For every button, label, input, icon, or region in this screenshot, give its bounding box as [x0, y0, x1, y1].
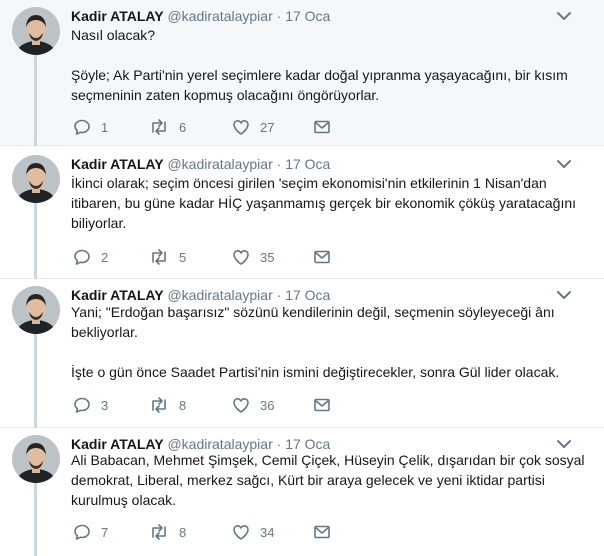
retweet-icon: [152, 397, 166, 413]
timestamp[interactable]: 17 Oca: [285, 8, 330, 24]
profile-photo-icon: [12, 435, 60, 483]
retweet-icon: [152, 524, 166, 540]
avatar[interactable]: [12, 155, 60, 203]
like-count: 35: [260, 249, 275, 265]
user-handle[interactable]: @kadiratalaypiar: [167, 156, 272, 172]
heart-icon: [233, 525, 249, 540]
direct-message-button[interactable]: [313, 117, 331, 137]
reply-icon: [74, 524, 90, 540]
tweet-paragraph: İkinci olarak; seçim öncesi girilen 'seç…: [71, 175, 577, 231]
display-name[interactable]: Kadir ATALAY: [71, 8, 164, 24]
like-button[interactable]: 34: [232, 522, 274, 542]
chevron-down-icon[interactable]: [556, 158, 572, 170]
tweet[interactable]: Kadir ATALAY @kadiratalaypiar · 17 Oca A…: [0, 428, 604, 556]
avatar[interactable]: [12, 286, 60, 334]
tweet-actions: 7 8 34: [71, 522, 371, 542]
like-button[interactable]: 36: [232, 395, 274, 415]
separator-dot: ·: [276, 156, 282, 172]
reply-count: 1: [101, 119, 109, 135]
chevron-down-icon[interactable]: [556, 10, 572, 22]
tweet-thread: Kadir ATALAY @kadiratalaypiar · 17 Oca N…: [0, 0, 604, 556]
separator-dot: ·: [276, 8, 282, 24]
tweet-text: İkinci olarak; seçim öncesi girilen 'seç…: [71, 173, 591, 233]
tweet-paragraph: Şöyle; Ak Parti'nin yerel seçimlere kada…: [71, 67, 568, 103]
tweet-text: Ali Babacan, Mehmet Şimşek, Cemil Çiçek,…: [71, 450, 591, 510]
reply-icon: [74, 249, 90, 265]
reply-count: 2: [101, 249, 109, 265]
reply-icon: [74, 397, 90, 413]
avatar[interactable]: [12, 435, 60, 483]
retweet-count: 5: [179, 249, 187, 265]
tweet-text: Yani; "Erdoğan başarısız" sözünü kendile…: [71, 302, 591, 382]
like-button[interactable]: 35: [232, 247, 274, 267]
tweet-actions: 1 6 27: [71, 117, 371, 137]
like-count: 34: [260, 524, 275, 540]
tweet-paragraph: Ali Babacan, Mehmet Şimşek, Cemil Çiçek,…: [71, 452, 585, 508]
thread-connector: [34, 55, 37, 146]
profile-photo-icon: [12, 155, 60, 203]
tweet-header: Kadir ATALAY @kadiratalaypiar · 17 Oca: [71, 155, 330, 173]
reply-button[interactable]: 1: [73, 117, 108, 137]
tweet-header: Kadir ATALAY @kadiratalaypiar · 17 Oca: [71, 7, 330, 25]
retweet-count: 8: [179, 524, 187, 540]
display-name[interactable]: Kadir ATALAY: [71, 156, 164, 172]
profile-photo-icon: [12, 7, 60, 55]
reply-button[interactable]: 3: [73, 395, 108, 415]
direct-message-button[interactable]: [313, 395, 331, 415]
retweet-button[interactable]: 6: [149, 117, 186, 137]
profile-photo-icon: [12, 286, 60, 334]
heart-icon: [233, 398, 249, 413]
reply-icon: [74, 119, 90, 135]
thread-connector: [34, 203, 37, 279]
thread-connector: [34, 483, 37, 556]
heart-icon: [233, 120, 249, 135]
tweet-actions: 3 8 36: [71, 395, 371, 415]
retweet-count: 8: [179, 397, 187, 413]
like-count: 27: [260, 119, 275, 135]
tweet[interactable]: Kadir ATALAY @kadiratalaypiar · 17 Oca İ…: [0, 148, 604, 279]
retweet-count: 6: [179, 119, 187, 135]
tweet[interactable]: Kadir ATALAY @kadiratalaypiar · 17 Oca Y…: [0, 279, 604, 428]
tweet-paragraph: Yani; "Erdoğan başarısız" sözünü kendile…: [71, 304, 555, 340]
retweet-icon: [152, 119, 166, 135]
envelope-icon: [314, 120, 330, 134]
direct-message-button[interactable]: [313, 522, 331, 542]
tweet-text: Nasıl olacak? Şöyle; Ak Parti'nin yerel …: [71, 25, 591, 105]
direct-message-button[interactable]: [313, 247, 331, 267]
chevron-down-icon[interactable]: [556, 289, 572, 301]
display-name[interactable]: Kadir ATALAY: [71, 287, 164, 303]
tweet-actions: 2 5 35: [71, 247, 371, 267]
reply-button[interactable]: 7: [73, 522, 108, 542]
heart-icon: [233, 250, 249, 265]
retweet-icon: [152, 249, 166, 265]
thread-connector: [34, 334, 37, 428]
retweet-button[interactable]: 5: [149, 247, 186, 267]
like-count: 36: [260, 397, 275, 413]
like-button[interactable]: 27: [232, 117, 274, 137]
tweet[interactable]: Kadir ATALAY @kadiratalaypiar · 17 Oca N…: [0, 0, 604, 146]
reply-count: 3: [101, 397, 109, 413]
reply-count: 7: [101, 524, 109, 540]
tweet-paragraph: İşte o gün önce Saadet Partisi'nin ismin…: [71, 364, 560, 380]
retweet-button[interactable]: 8: [149, 395, 186, 415]
reply-button[interactable]: 2: [73, 247, 108, 267]
envelope-icon: [314, 525, 330, 539]
retweet-button[interactable]: 8: [149, 522, 186, 542]
timestamp[interactable]: 17 Oca: [285, 156, 330, 172]
user-handle[interactable]: @kadiratalaypiar: [167, 8, 272, 24]
user-handle[interactable]: @kadiratalaypiar: [167, 287, 272, 303]
avatar[interactable]: [12, 7, 60, 55]
tweet-paragraph: Nasıl olacak?: [71, 27, 156, 43]
timestamp[interactable]: 17 Oca: [285, 287, 330, 303]
envelope-icon: [314, 250, 330, 264]
chevron-down-icon[interactable]: [556, 438, 572, 450]
separator-dot: ·: [276, 287, 282, 303]
envelope-icon: [314, 398, 330, 412]
